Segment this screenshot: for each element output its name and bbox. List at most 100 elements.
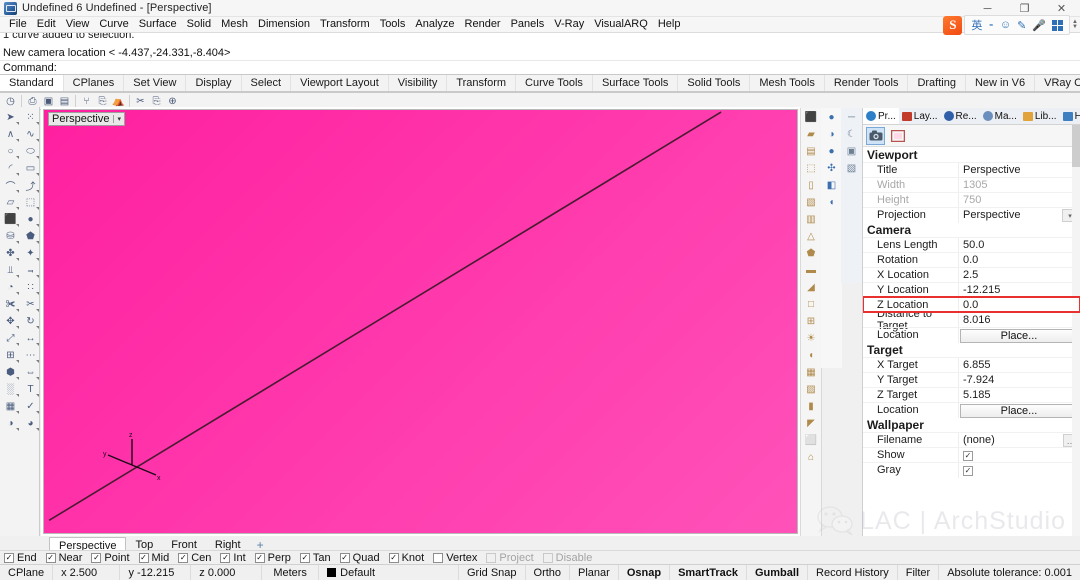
menu-item-render[interactable]: Render — [460, 17, 506, 32]
layer-icon[interactable]: ▦ — [1, 398, 20, 415]
toolbar-tab-visibility[interactable]: Visibility — [389, 75, 448, 92]
check-icon[interactable]: ✓ — [21, 398, 40, 415]
menu-item-dimension[interactable]: Dimension — [253, 17, 315, 32]
property-row-title[interactable]: Title Perspective — [863, 162, 1080, 178]
property-row-distance-to-target[interactable]: Distance to Target 8.016 — [863, 308, 1080, 332]
extrude-icon[interactable]: ⬟ — [21, 228, 40, 245]
status-osnap[interactable]: Osnap — [619, 564, 671, 580]
osnap-mid[interactable]: ✓ Mid — [138, 552, 169, 564]
tube-icon[interactable]: ⬟ — [802, 245, 821, 262]
osnap-checkbox[interactable] — [542, 552, 553, 563]
yellow-panel-icon[interactable]: ▣ — [842, 143, 861, 160]
osnap-end[interactable]: ✓ End — [4, 552, 37, 564]
array-icon[interactable]: ∷ — [21, 279, 40, 296]
toolbar-tab-curve-tools[interactable]: Curve Tools — [516, 75, 593, 92]
polyline-icon[interactable]: ∧ — [1, 126, 20, 143]
mirror-plane-icon[interactable]: ✣ — [822, 160, 841, 177]
property-value[interactable]: -12.215 — [958, 282, 1080, 298]
hatch-icon[interactable]: ░ — [1, 381, 20, 398]
property-row-show[interactable]: Show ✓ — [863, 447, 1080, 463]
ime-grid-icon[interactable] — [1052, 19, 1064, 31]
material-icon[interactable]: ◕ — [21, 415, 40, 432]
rotate-icon[interactable]: ↻ — [21, 313, 40, 330]
loft-icon[interactable]: ⬚ — [21, 194, 40, 211]
fillet-icon[interactable]: ⫫ — [1, 262, 20, 279]
osnap-tan[interactable]: ✓ Tan — [299, 552, 331, 564]
osnap-perp[interactable]: ✓ Perp — [254, 552, 291, 564]
control-point-curve-icon[interactable]: ∿ — [21, 126, 40, 143]
camera-icon[interactable] — [866, 126, 885, 145]
cylinder-icon[interactable]: ⛁ — [1, 228, 20, 245]
column-icon[interactable]: ▯ — [802, 177, 821, 194]
toolbar-tab-select[interactable]: Select — [242, 75, 292, 92]
ime-spinner[interactable]: ▲ ▼ — [1072, 19, 1078, 30]
rectangle-icon[interactable]: ▭ — [21, 160, 40, 177]
property-row-z-location[interactable]: Z Location 0.0 — [863, 296, 1080, 313]
property-value[interactable]: 8.016 — [958, 312, 1080, 328]
toolbar-tab-drafting[interactable]: Drafting — [908, 75, 966, 92]
stair-icon[interactable]: ◤ — [802, 415, 821, 432]
status-record-history[interactable]: Record History — [808, 564, 898, 580]
toolbar-tab-set-view[interactable]: Set View — [124, 75, 187, 92]
screen-icon[interactable]: ▧ — [842, 160, 861, 177]
surface-from-points-icon[interactable]: ▱ — [1, 194, 20, 211]
free-form-curve-icon[interactable]: ⤴ — [21, 177, 40, 194]
toolbar-tab-viewport-layout[interactable]: Viewport Layout — [291, 75, 389, 92]
osnap-disable[interactable]: Disable — [542, 552, 592, 564]
furniture-icon[interactable]: ⬜ — [802, 432, 821, 449]
place-button[interactable]: Place... — [960, 329, 1078, 343]
osnap-checkbox[interactable]: ✓ — [91, 552, 102, 563]
osnap-checkbox[interactable] — [486, 552, 497, 563]
sphere-icon[interactable]: ● — [21, 211, 40, 228]
menu-item-surface[interactable]: Surface — [134, 17, 182, 32]
menu-item-view[interactable]: View — [61, 17, 95, 32]
chevron-down-icon[interactable]: ▾ — [113, 115, 121, 123]
osnap-knot[interactable]: ✓ Knot — [388, 552, 424, 564]
menu-item-edit[interactable]: Edit — [32, 17, 61, 32]
open-book-icon[interactable]: ◖ — [822, 194, 841, 211]
property-row-location[interactable]: Location Place... — [863, 327, 1080, 343]
camera-stand-icon[interactable]: ◧ — [822, 177, 841, 194]
menu-item-visualarq[interactable]: VisualARQ — [589, 17, 653, 32]
menu-item-tools[interactable]: Tools — [375, 17, 411, 32]
split-icon[interactable]: ✂ — [21, 296, 40, 313]
wall-icon[interactable]: ▮ — [802, 398, 821, 415]
sphere2-icon[interactable]: ● — [822, 143, 841, 160]
property-value[interactable]: 2.5 — [958, 267, 1080, 283]
plate-icon[interactable]: ▬ — [802, 262, 821, 279]
property-row-height[interactable]: Height 750 — [863, 192, 1080, 208]
panel-tab-ma[interactable]: Ma... — [980, 108, 1020, 124]
osnap-near[interactable]: ✓ Near — [45, 552, 82, 564]
panel-tab-pr[interactable]: Pr... — [863, 108, 899, 124]
osnap-checkbox[interactable]: ✓ — [388, 552, 399, 563]
menu-item-file[interactable]: File — [4, 17, 32, 32]
select-points-icon[interactable]: ⁙ — [21, 109, 40, 126]
door-icon[interactable]: □ — [802, 296, 821, 313]
mirror-icon[interactable]: ↔ — [21, 330, 40, 347]
toolbar-tab-vray-compact-02[interactable]: VRay Compact 02 — [1035, 75, 1080, 92]
toolbar-tab-surface-tools[interactable]: Surface Tools — [593, 75, 679, 92]
status-ortho[interactable]: Ortho — [526, 564, 571, 580]
shelf-icon[interactable]: ▥ — [802, 211, 821, 228]
viewport[interactable]: Perspective ▾ z y x — [41, 107, 800, 536]
osnap-checkbox[interactable]: ✓ — [178, 552, 189, 563]
box-icon[interactable]: ⬛ — [1, 211, 20, 228]
osnap-quad[interactable]: ✓ Quad — [339, 552, 380, 564]
chamfer-icon[interactable]: ⫬ — [21, 262, 40, 279]
menu-item-v-ray[interactable]: V-Ray — [549, 17, 589, 32]
panel-scroll-thumb[interactable] — [1072, 125, 1080, 167]
panel-tab-help[interactable]: Help — [1060, 108, 1080, 124]
folder-icon[interactable]: ▰ — [802, 126, 821, 143]
toolbar-tab-display[interactable]: Display — [186, 75, 242, 92]
status-filter[interactable]: Filter — [898, 564, 940, 580]
property-row-x-target[interactable]: X Target 6.855 — [863, 357, 1080, 373]
ime-microphone-icon[interactable]: 🎤 — [1032, 19, 1046, 32]
place-button[interactable]: Place... — [960, 404, 1078, 418]
boolean-difference-icon[interactable]: ✦ — [21, 245, 40, 262]
osnap-checkbox[interactable] — [433, 552, 444, 563]
table-icon[interactable]: ▦ — [802, 364, 821, 381]
toolbar-tab-new-in-v6[interactable]: New in V6 — [966, 75, 1036, 92]
toolbar-tab-transform[interactable]: Transform — [447, 75, 517, 92]
panel-scrollbar[interactable] — [1072, 125, 1080, 536]
window-icon[interactable]: ⊞ — [802, 313, 821, 330]
